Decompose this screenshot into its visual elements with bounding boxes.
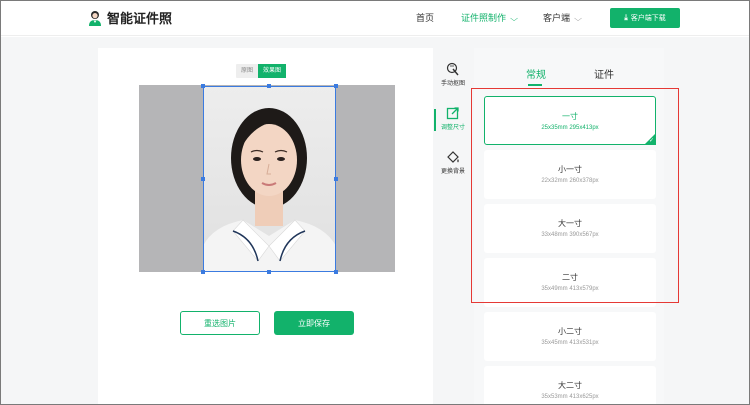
size-dims: 35x49mm 413x579px xyxy=(541,286,599,292)
crop-handle-top[interactable] xyxy=(267,84,271,88)
crop-handle-bottom[interactable] xyxy=(267,270,271,274)
top-header: 智能证件照 首页 证件照制作 ⌵ 客户端 ⌵ ⤓ 客户端下载 xyxy=(0,0,750,36)
hand-cutout-icon xyxy=(446,62,459,76)
size-option-small-two-inch[interactable]: 小二寸 35x45mm 413x531px xyxy=(484,312,656,361)
crop-frame[interactable] xyxy=(203,86,336,272)
crop-handle-bottom-left[interactable] xyxy=(201,270,205,274)
reselect-image-button[interactable]: 重选图片 xyxy=(180,311,260,335)
tool-manual-cutout[interactable]: 手动抠图 xyxy=(433,62,473,87)
tool-resize[interactable]: 调整尺寸 xyxy=(433,106,473,131)
view-toggle: 原图 效果图 xyxy=(236,64,287,78)
size-dims: 22x32mm 260x378px xyxy=(541,178,599,184)
size-name: 小二寸 xyxy=(558,327,582,336)
crop-handle-right[interactable] xyxy=(334,177,338,181)
size-option-one-inch[interactable]: 一寸 25x35mm 295x413px ✓ xyxy=(484,96,656,145)
chevron-down-icon: ⌵ xyxy=(574,14,583,23)
crop-handle-left[interactable] xyxy=(201,177,205,181)
size-dims: 35x45mm 413x531px xyxy=(541,340,599,346)
tool-change-background[interactable]: 更换背景 xyxy=(433,150,473,175)
size-name: 一寸 xyxy=(562,112,578,121)
nav-client[interactable]: 客户端 ⌵ xyxy=(543,11,583,24)
size-dims: 25x35mm 295x413px xyxy=(541,125,599,131)
size-dims: 35x53mm 413x625px xyxy=(541,394,599,400)
nav-photo-making-label: 证件照制作 xyxy=(461,13,507,23)
logo-person-icon xyxy=(89,11,101,26)
size-option-small-one-inch[interactable]: 小一寸 22x32mm 260x378px xyxy=(484,150,656,199)
crop-handle-top-left[interactable] xyxy=(201,84,205,88)
nav-client-label: 客户端 xyxy=(543,13,571,23)
toggle-original[interactable]: 原图 xyxy=(236,64,258,78)
size-option-two-inch[interactable]: 二寸 35x49mm 413x579px xyxy=(484,258,656,307)
tool-resize-label: 调整尺寸 xyxy=(440,125,465,131)
size-option-large-two-inch[interactable]: 大二寸 35x53mm 413x625px xyxy=(484,366,656,405)
tool-change-background-label: 更换背景 xyxy=(440,169,465,175)
tab-certificate[interactable]: 证件 xyxy=(594,66,614,81)
size-name: 大二寸 xyxy=(558,381,582,390)
tool-manual-cutout-label: 手动抠图 xyxy=(440,81,465,87)
download-icon: ⤓ xyxy=(624,13,628,22)
nav-home[interactable]: 首页 xyxy=(416,11,434,24)
size-dims: 33x48mm 390x567px xyxy=(541,232,599,238)
size-name: 二寸 xyxy=(562,273,578,282)
save-now-button[interactable]: 立即保存 xyxy=(274,311,354,335)
size-name: 小一寸 xyxy=(558,165,582,174)
size-option-large-one-inch[interactable]: 大一寸 33x48mm 390x567px xyxy=(484,204,656,253)
crop-handle-bottom-right[interactable] xyxy=(334,270,338,274)
client-download-label: 客户端下载 xyxy=(630,15,666,22)
check-icon: ✓ xyxy=(648,138,654,144)
crop-handle-top-right[interactable] xyxy=(334,84,338,88)
tab-regular[interactable]: 常规 xyxy=(526,66,546,81)
logo-text[interactable]: 智能证件照 xyxy=(107,8,172,27)
resize-icon xyxy=(446,107,459,120)
paint-bucket-icon xyxy=(447,151,459,163)
nav-home-label: 首页 xyxy=(416,13,435,23)
nav-photo-making[interactable]: 证件照制作 ⌵ xyxy=(461,11,519,24)
tab-active-underline xyxy=(528,84,542,86)
chevron-down-icon: ⌵ xyxy=(510,14,519,23)
toggle-effect[interactable]: 效果图 xyxy=(258,64,287,78)
client-download-button[interactable]: ⤓ 客户端下载 xyxy=(610,8,680,28)
size-name: 大一寸 xyxy=(558,219,582,228)
